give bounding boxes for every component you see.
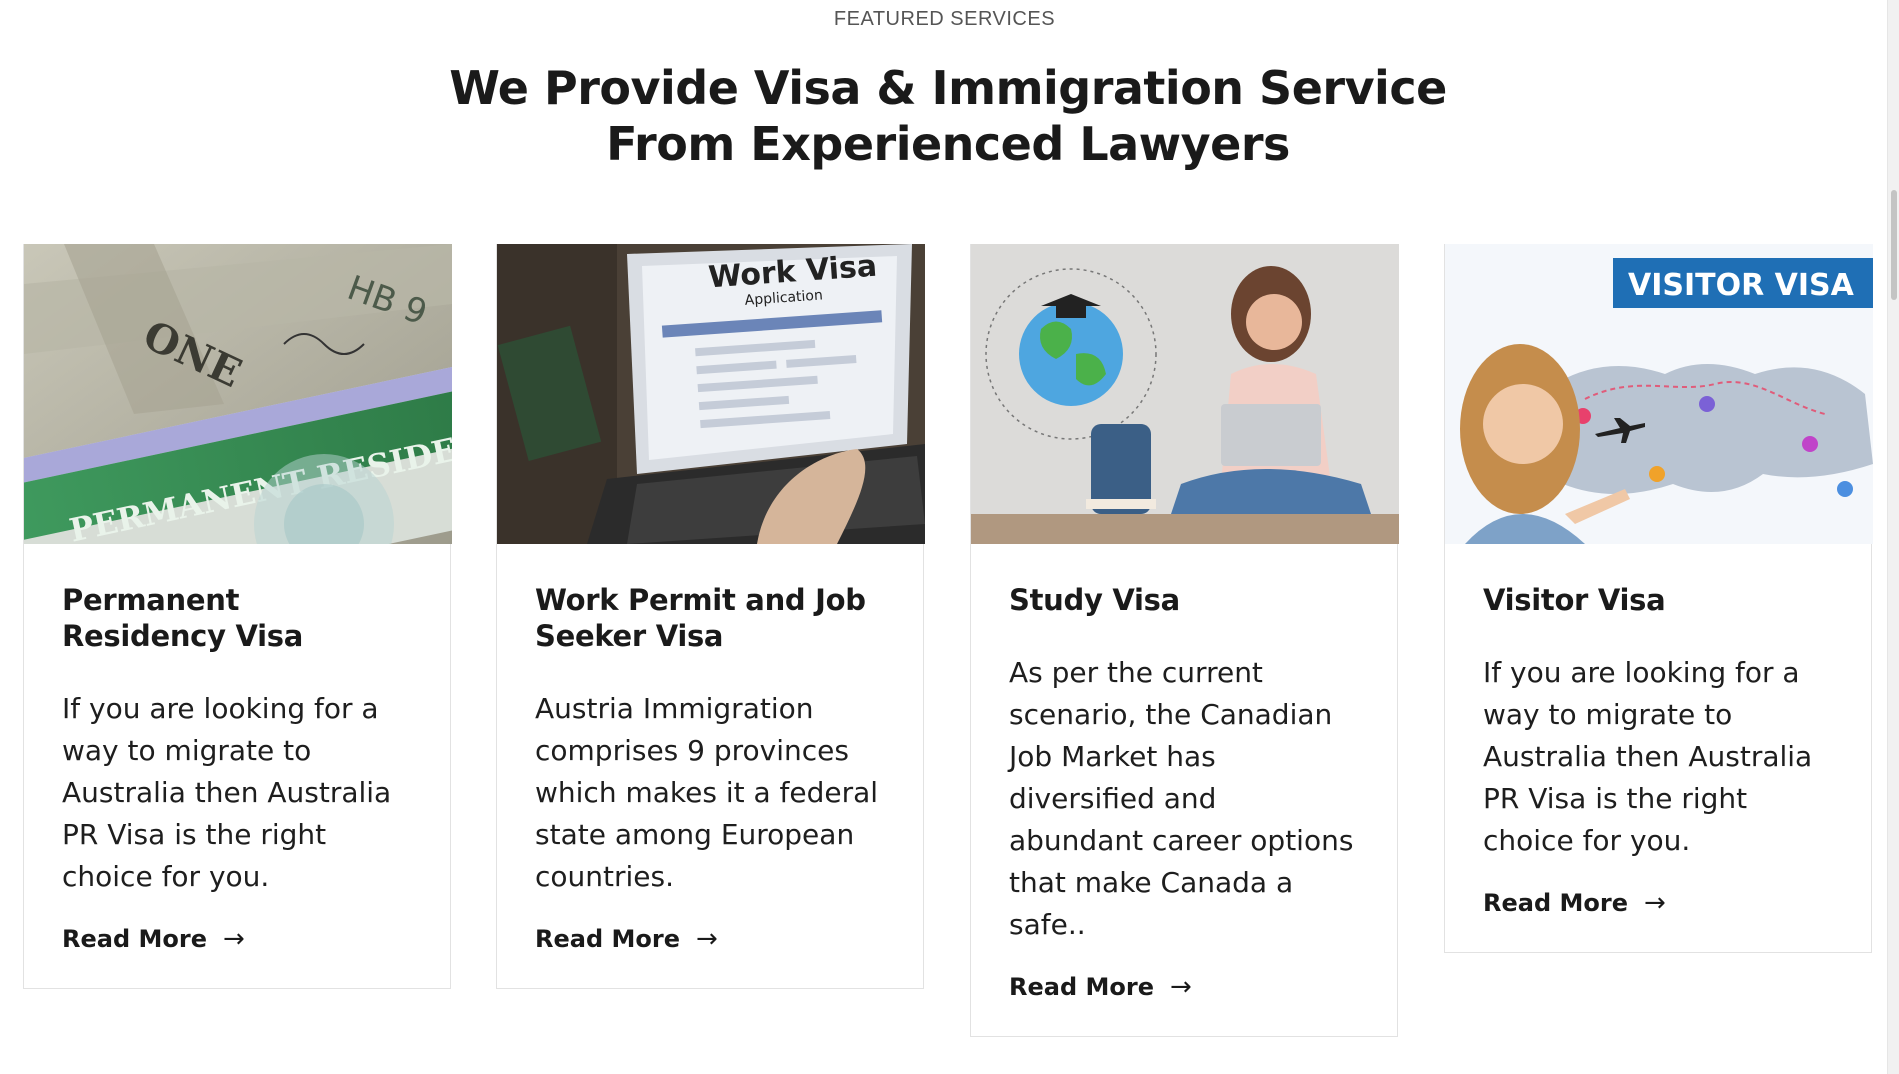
read-more-label: Read More <box>62 925 207 953</box>
arrow-right-icon: → <box>1169 972 1192 1002</box>
headline-line-2: From Experienced Lawyers <box>606 117 1290 171</box>
card-title: Study Visa <box>1009 583 1180 617</box>
service-card-work-permit: Work Visa Application Work Permit and Jo… <box>496 244 925 989</box>
arrow-right-icon: → <box>222 924 245 954</box>
card-title: Work Permit and Job Seeker Visa <box>535 583 866 653</box>
read-more-link[interactable]: Read More → <box>535 924 718 954</box>
card-description: Austria Immigration comprises 9 province… <box>535 692 879 893</box>
read-more-label: Read More <box>1483 889 1628 917</box>
card-description: As per the current scenario, the Canadia… <box>1009 656 1354 941</box>
scrollbar-thumb[interactable] <box>1891 190 1897 300</box>
service-card-permanent-residency: ONE HB 9 PERMANENT RESIDENT Permanent Re… <box>23 244 452 989</box>
card-description: If you are looking for a way to migrate … <box>62 692 392 893</box>
student-with-globe-image <box>971 244 1399 544</box>
card-title: Permanent Residency Visa <box>62 583 303 653</box>
read-more-link[interactable]: Read More → <box>1483 888 1666 918</box>
arrow-right-icon: → <box>1643 888 1666 918</box>
permanent-resident-card-image: ONE HB 9 PERMANENT RESIDENT <box>24 244 452 544</box>
section-headline: We Provide Visa & Immigration Service Fr… <box>0 60 1899 172</box>
section-eyebrow: FEATURED SERVICES <box>833 8 1056 30</box>
read-more-link[interactable]: Read More → <box>1009 972 1192 1002</box>
read-more-label: Read More <box>1009 973 1154 1001</box>
visitor-visa-badge: VISITOR VISA <box>1628 268 1855 303</box>
read-more-label: Read More <box>535 925 680 953</box>
card-description: If you are looking for a way to migrate … <box>1483 656 1813 857</box>
visitor-visa-map-image: VISITOR VISA <box>1445 244 1873 544</box>
read-more-link[interactable]: Read More → <box>62 924 245 954</box>
headline-line-1: We Provide Visa & Immigration Service <box>449 61 1447 115</box>
work-visa-laptop-image: Work Visa Application <box>497 244 925 544</box>
arrow-right-icon: → <box>695 924 718 954</box>
service-card-visitor-visa: VISITOR VISA Visitor Visa If you are loo… <box>1444 244 1873 953</box>
service-card-study-visa: Study Visa As per the current scenario, … <box>970 244 1399 1037</box>
page-scrollbar[interactable] <box>1887 0 1899 1074</box>
card-title: Visitor Visa <box>1483 583 1666 617</box>
